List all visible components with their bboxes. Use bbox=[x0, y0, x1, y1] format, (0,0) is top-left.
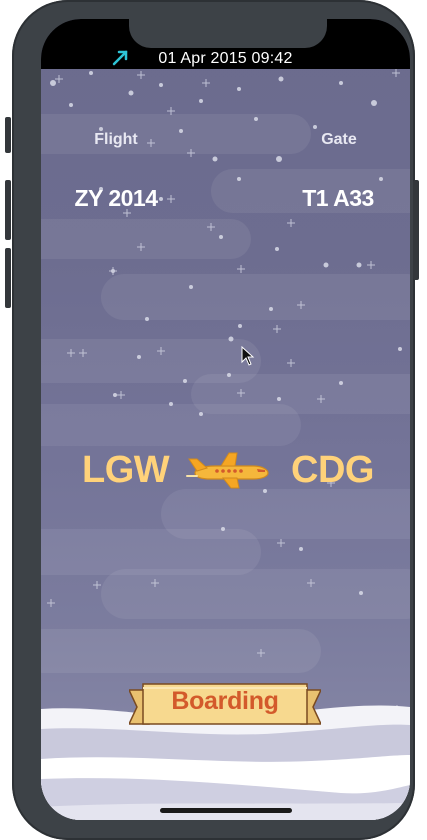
mute-switch bbox=[5, 117, 11, 153]
volume-up-button bbox=[5, 180, 11, 240]
mouse-cursor-icon bbox=[241, 346, 255, 366]
gate-number: T1 A33 bbox=[302, 185, 374, 211]
origin-airport: LGW bbox=[82, 449, 170, 491]
flight-label: Flight bbox=[94, 131, 138, 148]
power-button bbox=[413, 180, 419, 280]
app-screen: 01 Apr 2015 09:42 Flight Gate ZY 2014 T1… bbox=[41, 19, 410, 820]
destination-airport: CDG bbox=[291, 449, 374, 491]
status-bar: 01 Apr 2015 09:42 bbox=[41, 19, 410, 69]
home-indicator[interactable] bbox=[160, 808, 292, 813]
phone-frame: 01 Apr 2015 09:42 Flight Gate ZY 2014 T1… bbox=[5, 0, 419, 840]
status-datetime: 01 Apr 2015 09:42 bbox=[158, 50, 293, 67]
notch bbox=[129, 19, 327, 48]
flight-number: ZY 2014 bbox=[74, 185, 158, 211]
airplane-icon bbox=[186, 452, 269, 489]
gate-label: Gate bbox=[321, 131, 357, 148]
boarding-status: Boarding bbox=[171, 687, 279, 715]
volume-down-button bbox=[5, 248, 11, 308]
